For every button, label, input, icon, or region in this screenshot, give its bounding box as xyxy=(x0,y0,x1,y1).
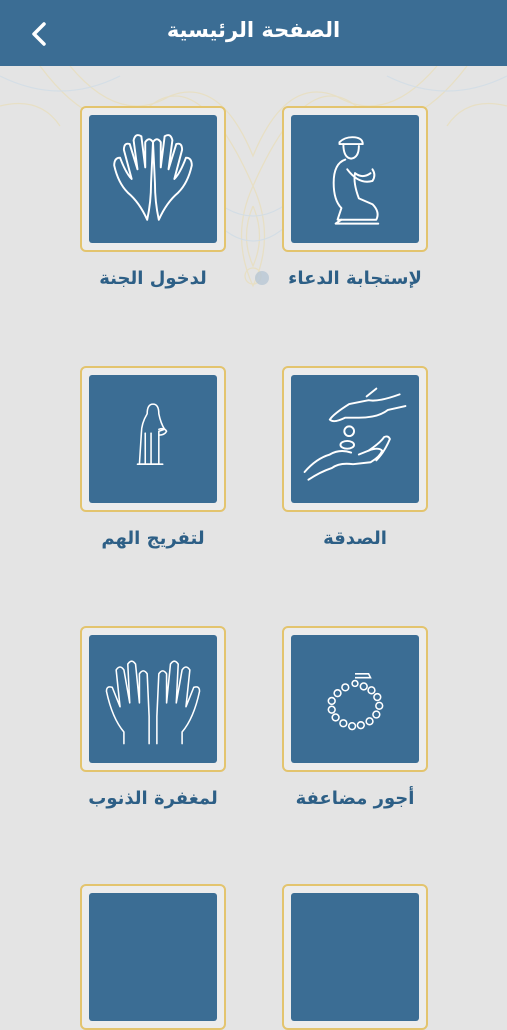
tile-relief-distress[interactable] xyxy=(80,366,226,512)
open-palms-icon xyxy=(105,660,201,745)
tile-forgiveness-sins[interactable] xyxy=(80,626,226,772)
raised-hands-icon xyxy=(113,134,193,221)
praying-woman-icon xyxy=(136,403,168,465)
tile-label: الصدقة xyxy=(323,528,387,549)
tile-multiplied-rewards[interactable] xyxy=(282,626,428,772)
tile-entering-paradise[interactable] xyxy=(80,106,226,252)
kneeling-prayer-icon xyxy=(332,136,380,225)
tile-dua-answering[interactable] xyxy=(282,106,428,252)
tile-label: لإستجابة الدعاء xyxy=(288,268,422,289)
tile-label: لدخول الجنة xyxy=(99,268,207,289)
page-title: الصفحة الرئيسية xyxy=(166,18,341,42)
tile-label: لمغفرة الذنوب xyxy=(88,788,218,809)
tile-partial-right[interactable] xyxy=(282,884,428,1030)
app-header: الصفحة الرئيسية xyxy=(0,0,507,66)
tile-label: أجور مضاعفة xyxy=(295,788,415,809)
tile-partial-left[interactable] xyxy=(80,884,226,1030)
giving-hands-icon xyxy=(303,387,407,481)
prayer-beads-icon xyxy=(327,673,384,731)
tile-charity[interactable] xyxy=(282,366,428,512)
tile-label: لتفريج الهم xyxy=(101,528,205,549)
